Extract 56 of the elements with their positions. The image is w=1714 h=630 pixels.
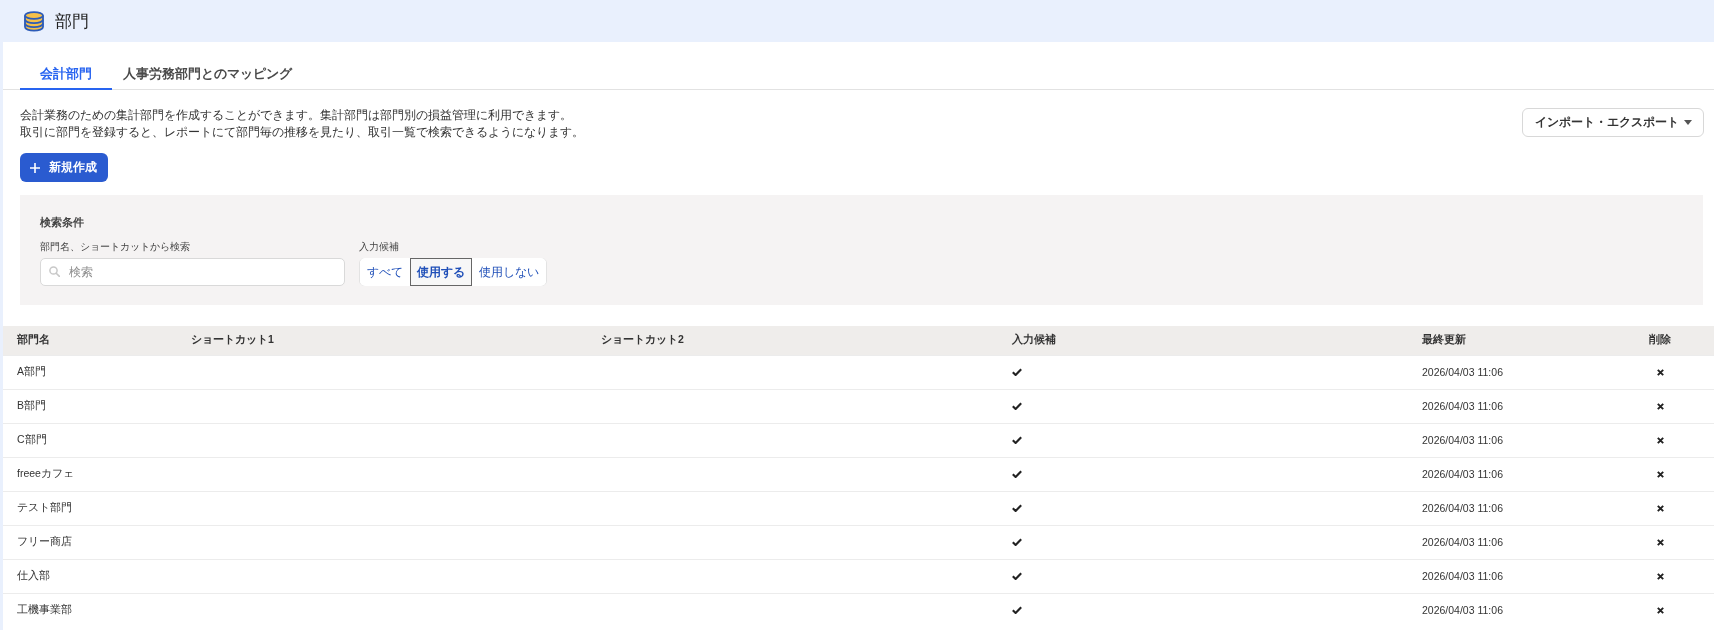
- column-header: ショートカット1: [177, 326, 587, 355]
- delete-button[interactable]: [1656, 505, 1664, 512]
- column-header: 削除: [1606, 326, 1714, 355]
- table-cell: 2026/04/03 11:06: [1408, 355, 1606, 389]
- filter-option[interactable]: 使用する: [410, 258, 472, 286]
- import-export-button[interactable]: インポート・エクスポート: [1522, 108, 1704, 137]
- x-icon: [1656, 369, 1664, 376]
- table-cell: 工機事業部: [3, 593, 177, 627]
- field-label: 入力候補: [359, 240, 400, 253]
- filter-option[interactable]: 使用しない: [472, 258, 546, 286]
- column-header: 入力候補: [998, 326, 1408, 355]
- delete-button[interactable]: [1656, 471, 1664, 478]
- x-icon: [1656, 403, 1664, 410]
- description-text: 取引に部門を登録すると、レポートにて部門毎の推移を見たり、取引一覧で検索できるようになります。: [20, 124, 584, 141]
- caret-icon: [1684, 120, 1692, 125]
- delete-button[interactable]: [1656, 539, 1664, 546]
- column-header: 部門名: [3, 326, 177, 355]
- delete-button[interactable]: [1656, 437, 1664, 444]
- column-header: 最終更新: [1408, 326, 1606, 355]
- delete-button[interactable]: [1656, 607, 1664, 615]
- delete-button[interactable]: [1656, 403, 1664, 410]
- plus-icon: [30, 162, 40, 173]
- table-cell: C部門: [3, 423, 177, 457]
- table-cell: 2026/04/03 11:06: [1408, 525, 1606, 559]
- table-cell: 2026/04/03 11:06: [1408, 559, 1606, 593]
- x-icon: [1656, 471, 1664, 478]
- new-button[interactable]: 新規作成: [20, 153, 108, 182]
- table-cell: フリー商店: [3, 525, 177, 559]
- page-title: 部門: [55, 11, 89, 31]
- delete-button[interactable]: [1656, 573, 1664, 580]
- column-header: ショートカット2: [587, 326, 998, 355]
- x-icon: [1656, 437, 1664, 444]
- table-cell: 仕入部: [3, 559, 177, 593]
- search-icon: [49, 266, 60, 277]
- table-cell: 2026/04/03 11:06: [1408, 389, 1606, 423]
- database-icon: [23, 10, 45, 32]
- search-field[interactable]: 検索: [40, 258, 345, 286]
- x-icon: [1656, 607, 1664, 615]
- delete-button[interactable]: [1656, 369, 1664, 376]
- field-label: 部門名、ショートカットから検索: [40, 240, 191, 253]
- x-icon: [1656, 573, 1664, 580]
- table-cell: A部門: [3, 355, 177, 389]
- table-cell: 2026/04/03 11:06: [1408, 593, 1606, 627]
- table-cell: 2026/04/03 11:06: [1408, 457, 1606, 491]
- description-text: 会計業務のための集計部門を作成することができます。集計部門は部門別の損益管理に利用できます。: [20, 107, 573, 124]
- x-icon: [1656, 539, 1664, 546]
- tab[interactable]: 人事労務部門とのマッピング: [112, 60, 303, 90]
- table-cell: 2026/04/03 11:06: [1408, 491, 1606, 525]
- table-cell: 2026/04/03 11:06: [1408, 423, 1606, 457]
- table-cell: テスト部門: [3, 491, 177, 525]
- tab[interactable]: 会計部門: [20, 60, 112, 90]
- table-cell: freeeカフェ: [3, 457, 177, 491]
- filter-option[interactable]: すべて: [360, 258, 410, 286]
- table-cell: B部門: [3, 389, 177, 423]
- panel-title: 検索条件: [40, 215, 85, 229]
- x-icon: [1656, 505, 1664, 512]
